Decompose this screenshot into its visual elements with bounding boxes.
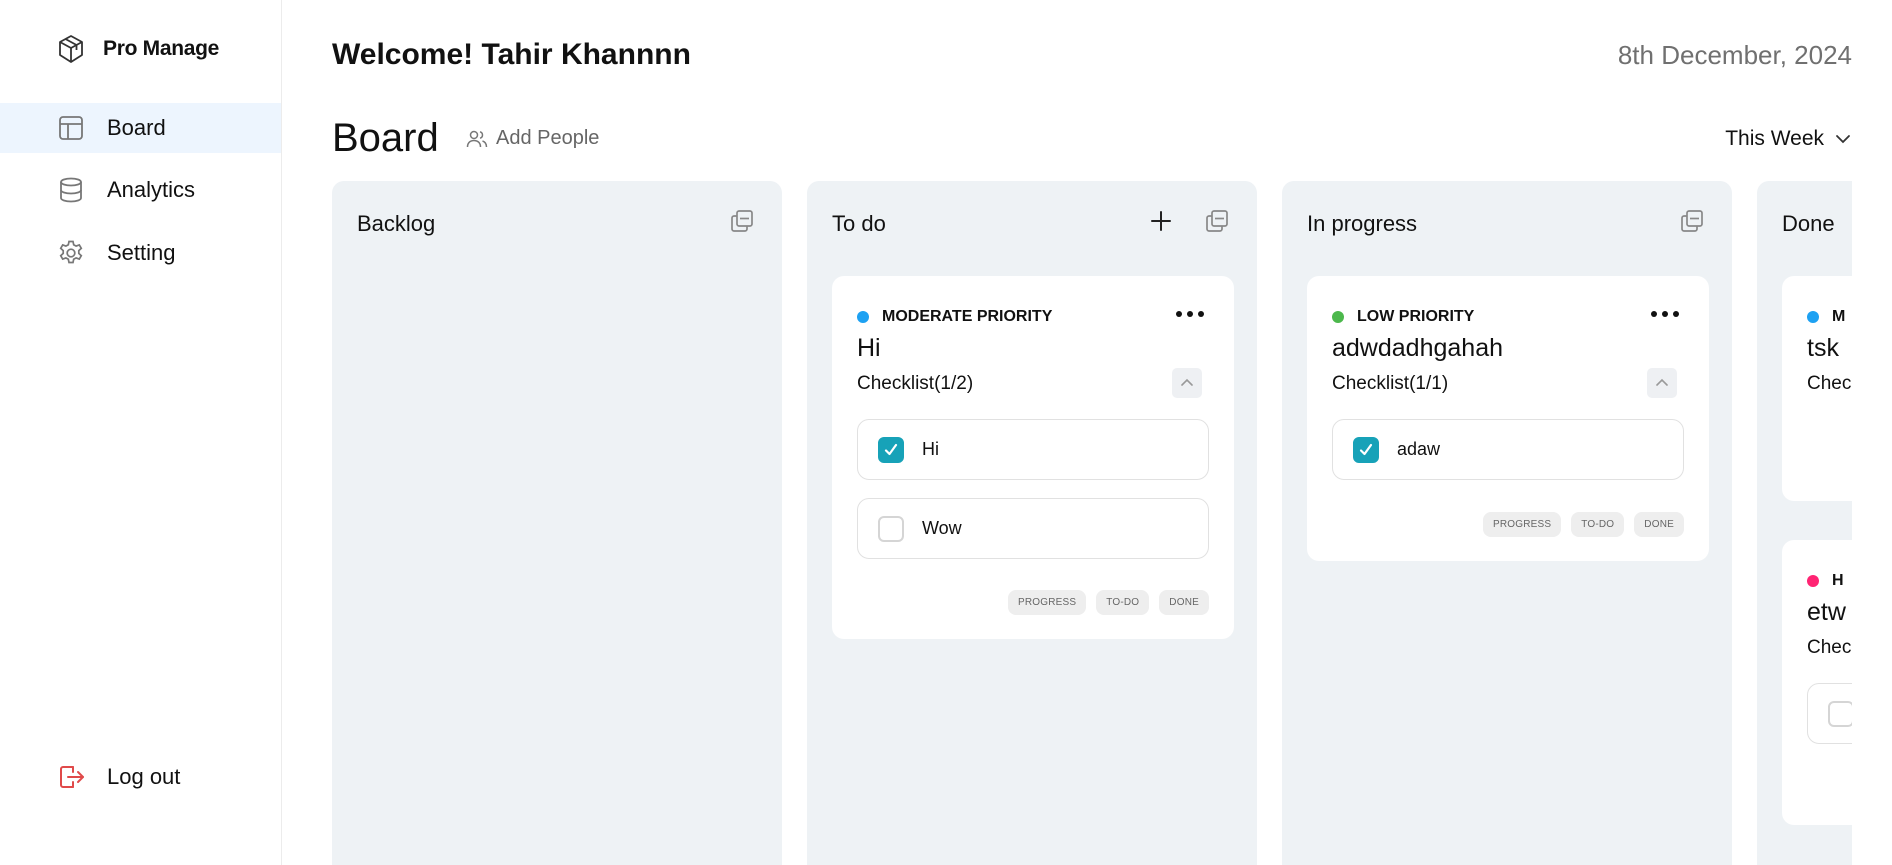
- logout-button[interactable]: Log out: [57, 763, 180, 791]
- status-chips: PROGRESS TO-DO DONE: [1007, 590, 1209, 615]
- column-backlog: Backlog: [332, 181, 782, 865]
- task-card: LOW PRIORITY adwdadhgahah Checklist(1/1)…: [1307, 276, 1709, 561]
- task-title: Hi: [857, 334, 881, 362]
- move-to-done-chip[interactable]: DONE: [1634, 512, 1684, 537]
- welcome-text: Welcome! Tahir Khannnn: [332, 38, 691, 71]
- task-title: etw: [1807, 598, 1846, 626]
- column-title: Done: [1782, 211, 1835, 236]
- priority-dot: [1807, 575, 1819, 587]
- checklist-item: adaw: [1332, 419, 1684, 480]
- task-title: tsk: [1807, 334, 1839, 362]
- brand-name: Pro Manage: [103, 37, 220, 60]
- add-people-label: Add People: [496, 127, 600, 149]
- week-filter-label: This Week: [1725, 127, 1824, 150]
- sidebar-item-analytics[interactable]: Analytics: [0, 165, 281, 215]
- collapse-checklist-button[interactable]: [1647, 368, 1677, 398]
- layout-icon: [59, 116, 83, 140]
- chevron-down-icon: [1836, 135, 1850, 144]
- task-card: H etw Chec: [1782, 540, 1852, 825]
- brand: Pro Manage: [57, 34, 219, 64]
- move-to-progress-chip[interactable]: PROGRESS: [1482, 512, 1562, 537]
- logout-label: Log out: [107, 764, 181, 789]
- priority-label: MODERATE PRIORITY: [882, 308, 1053, 325]
- priority-badge: MODERATE PRIORITY: [857, 308, 1052, 326]
- column-todo: To do MODERATE PRIORITY Hi Checklist(1/2…: [807, 181, 1257, 865]
- task-card: MODERATE PRIORITY Hi Checklist(1/2) Hi W…: [832, 276, 1234, 639]
- sidebar-item-label: Board: [107, 115, 166, 140]
- page-title: Board: [332, 116, 439, 160]
- collapse-all-icon[interactable]: [1203, 207, 1231, 235]
- cube-logo-icon: [59, 35, 83, 63]
- chevron-up-icon: [1181, 378, 1193, 386]
- column-in-progress: In progress LOW PRIORITY adwdadhgahah Ch…: [1282, 181, 1732, 865]
- column-title: Backlog: [357, 211, 436, 236]
- add-task-icon[interactable]: [1147, 207, 1175, 235]
- priority-badge: M: [1807, 308, 1845, 326]
- priority-dot: [857, 311, 869, 323]
- priority-label: LOW PRIORITY: [1357, 308, 1475, 325]
- checkbox[interactable]: [1828, 700, 1852, 727]
- people-icon: [466, 130, 488, 147]
- sidebar-item-board[interactable]: Board: [0, 103, 281, 153]
- collapse-checklist-button[interactable]: [1172, 368, 1202, 398]
- checkbox[interactable]: [878, 436, 904, 463]
- sidebar-item-label: Analytics: [107, 177, 196, 202]
- chevron-up-icon: [1656, 378, 1668, 386]
- checklist-item: Hi: [857, 419, 1209, 480]
- week-filter-dropdown[interactable]: This Week: [1725, 127, 1852, 151]
- priority-label: M: [1832, 308, 1846, 325]
- column-done: Done M tsk Chec H etw Chec: [1757, 181, 1852, 865]
- move-to-progress-chip[interactable]: PROGRESS: [1007, 590, 1087, 615]
- priority-dot: [1807, 311, 1819, 323]
- priority-badge: H: [1807, 572, 1844, 590]
- checkmark-icon: [1359, 443, 1373, 455]
- more-options-icon[interactable]: [1176, 308, 1204, 320]
- column-title: To do: [832, 211, 886, 236]
- collapse-all-icon[interactable]: [1678, 207, 1706, 235]
- gear-icon: [59, 240, 83, 264]
- checklist-label: Checklist(1/1): [1332, 373, 1449, 394]
- sidebar: Pro Manage Board Analytics Setting Log o…: [0, 0, 282, 865]
- move-to-done-chip[interactable]: DONE: [1159, 590, 1209, 615]
- checklist-label: Checklist(1/2): [857, 373, 974, 394]
- checklist-label: Chec: [1807, 373, 1852, 394]
- checklist-item: [1807, 683, 1852, 744]
- board-area: Backlog To do MODERATE PRIORITY Hi Check…: [332, 181, 1852, 865]
- move-to-todo-chip[interactable]: TO-DO: [1096, 590, 1150, 615]
- checkmark-icon: [884, 443, 898, 455]
- logout-icon: [60, 766, 84, 788]
- more-options-icon[interactable]: [1651, 308, 1679, 320]
- checklist-label: Chec: [1807, 637, 1852, 658]
- checklist-item-text: Hi: [922, 439, 939, 459]
- checklist-item-text: adaw: [1397, 439, 1441, 459]
- priority-dot: [1332, 311, 1344, 323]
- database-icon: [60, 177, 82, 203]
- move-to-todo-chip[interactable]: TO-DO: [1571, 512, 1625, 537]
- collapse-all-icon[interactable]: [728, 207, 756, 235]
- priority-badge: LOW PRIORITY: [1332, 308, 1474, 326]
- priority-label: H: [1832, 572, 1844, 589]
- checklist-item-text: Wow: [922, 518, 962, 538]
- status-chips: PROGRESS TO-DO DONE: [1482, 512, 1684, 537]
- column-title: In progress: [1307, 211, 1418, 236]
- task-card: M tsk Chec: [1782, 276, 1852, 501]
- add-people-button[interactable]: Add People: [466, 127, 599, 150]
- sidebar-item-label: Setting: [107, 240, 176, 265]
- sidebar-item-setting[interactable]: Setting: [0, 228, 281, 278]
- current-date: 8th December, 2024: [1617, 40, 1852, 70]
- task-title: adwdadhgahah: [1332, 334, 1503, 362]
- checklist-item: Wow: [857, 498, 1209, 559]
- checkbox[interactable]: [878, 515, 904, 542]
- checkbox[interactable]: [1353, 436, 1379, 463]
